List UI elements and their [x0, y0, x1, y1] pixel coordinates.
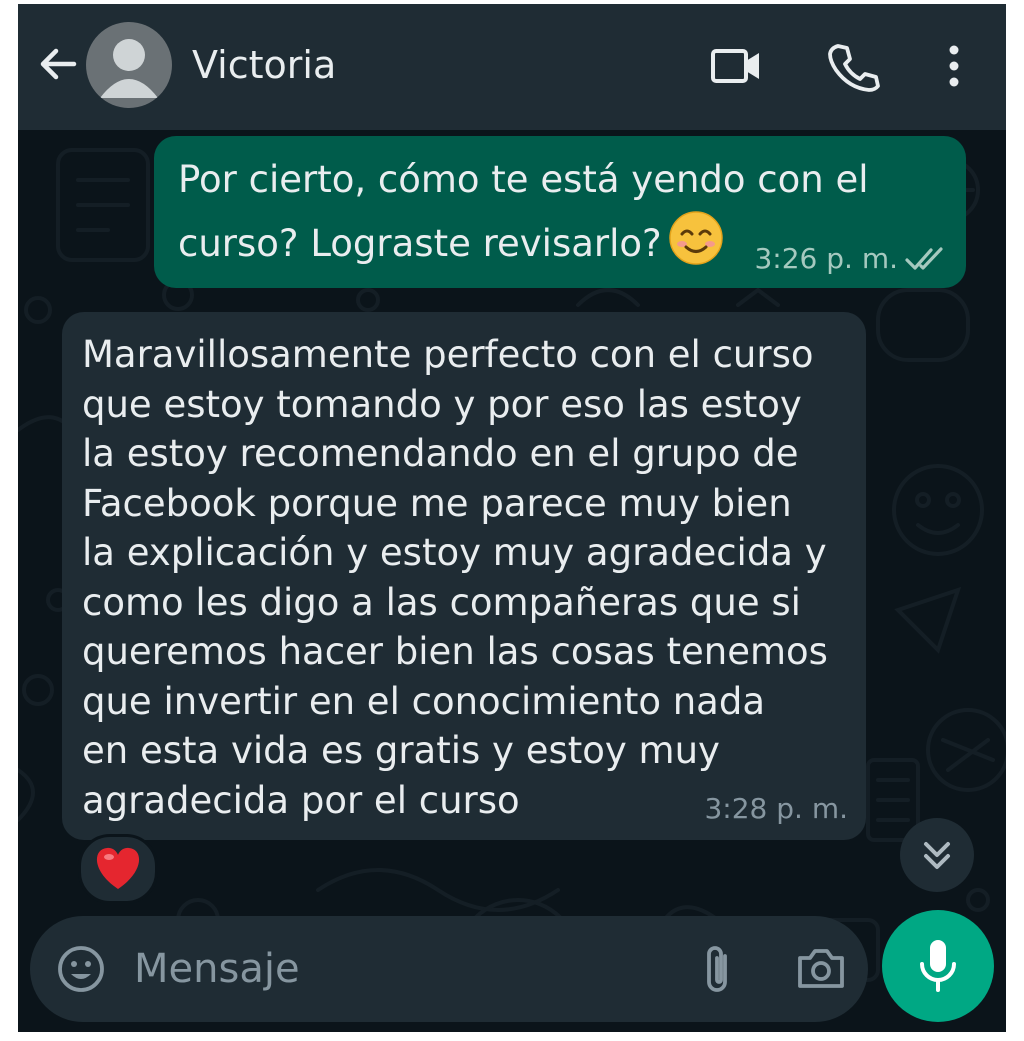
video-call-icon[interactable]	[708, 38, 764, 94]
message-time: 3:28 p. m.	[704, 792, 848, 825]
voice-call-icon[interactable]	[824, 38, 880, 94]
camera-icon[interactable]	[794, 944, 848, 994]
heart-icon	[96, 847, 140, 889]
attach-icon[interactable]	[698, 942, 738, 998]
read-receipt-icon	[904, 244, 946, 274]
incoming-message[interactable]: Maravillosamente perfecto con el curso q…	[62, 312, 866, 840]
emoji-icon[interactable]	[56, 944, 106, 994]
avatar-placeholder-icon	[100, 39, 158, 98]
more-options-icon[interactable]	[926, 38, 982, 94]
mic-icon	[920, 940, 956, 992]
heart-reaction[interactable]	[78, 834, 158, 904]
back-arrow-icon[interactable]	[36, 42, 80, 86]
message-time: 3:26 p. m.	[754, 242, 898, 275]
message-input[interactable]: Mensaje	[134, 942, 300, 996]
message-text: Maravillosamente perfecto con el curso q…	[82, 333, 828, 822]
avatar[interactable]	[86, 22, 172, 108]
mic-button[interactable]	[882, 910, 994, 1022]
chat-screen: Victoria Por cierto, cómo te está yendo …	[18, 4, 1006, 1032]
scroll-to-bottom-button[interactable]	[900, 818, 974, 892]
contact-name[interactable]: Victoria	[192, 40, 336, 90]
chat-header: Victoria	[18, 4, 1006, 130]
smiling-face-emoji-icon	[668, 210, 724, 266]
double-chevron-down-icon	[924, 842, 950, 869]
outgoing-message[interactable]: Por cierto, cómo te está yendo con el cu…	[154, 136, 966, 288]
message-composer[interactable]: Mensaje	[30, 916, 868, 1022]
